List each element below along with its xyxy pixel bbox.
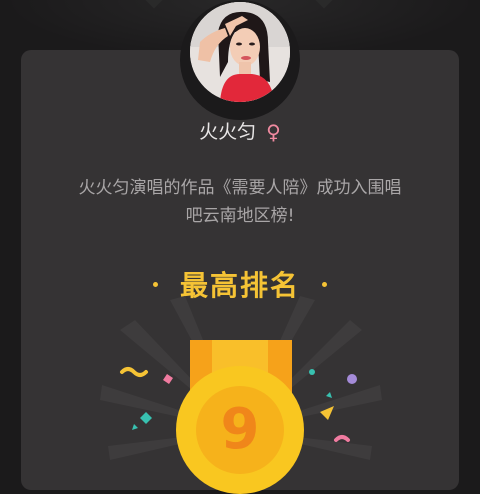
confetti-teal-diamond xyxy=(140,412,152,424)
confetti-small-teal xyxy=(326,392,332,398)
confetti-teal-triangle xyxy=(132,424,138,430)
confetti-pink-diamond xyxy=(163,374,173,384)
rank-number: 9 xyxy=(220,397,260,462)
confetti-pink-squiggle xyxy=(334,435,350,442)
confetti-teal-dot xyxy=(309,369,315,375)
confetti-yellow-squiggle xyxy=(120,367,148,377)
confetti-purple-dot xyxy=(347,374,357,384)
